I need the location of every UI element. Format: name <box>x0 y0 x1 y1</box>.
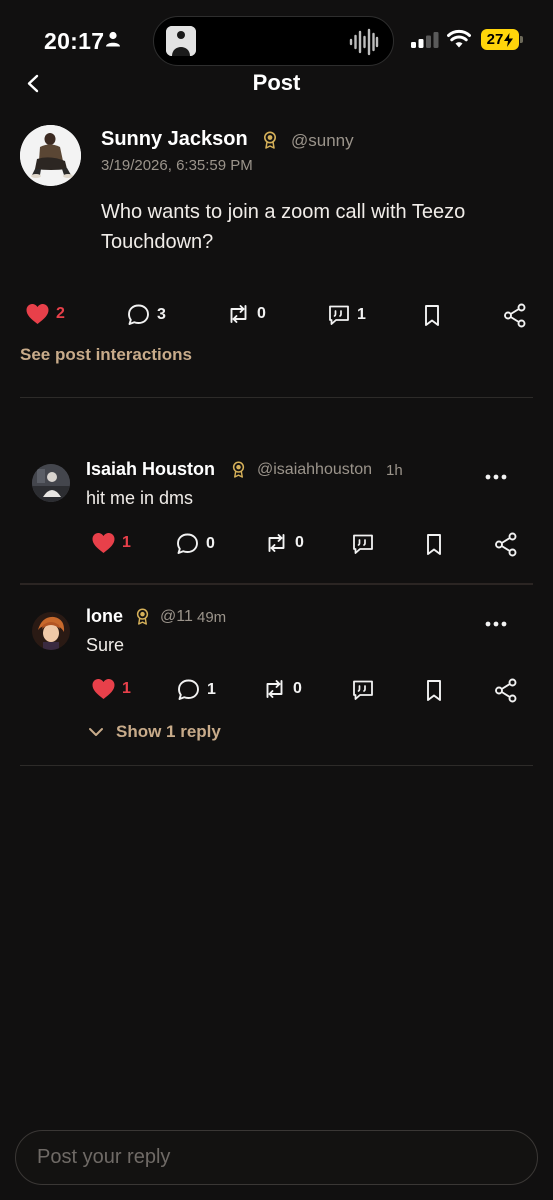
cellular-signal-icon <box>411 32 439 48</box>
bookmark-icon[interactable] <box>422 304 442 327</box>
quote-button[interactable]: 1 <box>327 303 366 327</box>
like-count: 2 <box>56 305 65 322</box>
repost-icon <box>266 680 283 698</box>
share-icon[interactable] <box>503 303 527 328</box>
reply-repost-count: 0 <box>295 534 304 551</box>
now-playing-artwork <box>166 26 196 56</box>
reply-repost-count: 0 <box>293 680 302 697</box>
charging-bolt-icon <box>504 32 514 47</box>
quote-message-icon <box>329 305 349 325</box>
post-divider <box>20 397 533 398</box>
reply-body: Sure <box>86 635 125 655</box>
post-timestamp: 3/19/2026, 6:35:59 PM <box>101 157 253 174</box>
bookmark-icon[interactable] <box>424 679 444 702</box>
reply-author-name[interactable]: lone <box>86 606 123 627</box>
quote-count: 1 <box>357 306 366 323</box>
reply-repost-button[interactable]: 0 <box>262 678 302 700</box>
reply-repost-button[interactable]: 0 <box>264 532 304 554</box>
reply-comment-count: 0 <box>206 535 215 552</box>
share-icon[interactable] <box>494 678 518 703</box>
heart-filled-icon <box>92 679 115 699</box>
comment-count: 3 <box>157 306 166 323</box>
share-icon[interactable] <box>494 532 518 557</box>
repost-icon <box>230 305 247 323</box>
bookmark-icon[interactable] <box>424 533 444 556</box>
status-bar: 20:17 27 <box>0 0 553 80</box>
reply-comment-button[interactable]: 1 <box>176 678 216 702</box>
reply-like-count: 1 <box>122 680 131 697</box>
reply-like-button[interactable]: 1 <box>91 532 131 554</box>
page-title: Post <box>252 70 301 95</box>
chevron-down-icon <box>89 728 103 736</box>
reply-like-button[interactable]: 1 <box>91 678 131 700</box>
reply-author-handle[interactable]: @11 <box>160 608 193 626</box>
person-icon <box>106 31 120 47</box>
reply-body: hit me in dms <box>86 488 194 508</box>
more-options-icon[interactable] <box>484 619 508 629</box>
comment-button[interactable]: 3 <box>126 303 166 327</box>
verified-badge-icon <box>232 461 245 478</box>
quote-message-icon[interactable] <box>351 532 375 556</box>
dynamic-island[interactable] <box>153 16 394 66</box>
author-avatar[interactable] <box>20 125 81 186</box>
show-replies-button[interactable]: Show 1 reply <box>88 722 221 742</box>
reply-divider <box>20 583 533 585</box>
status-time: 20:17 <box>44 28 105 54</box>
reply-input[interactable] <box>15 1130 538 1185</box>
comment-bubble-icon <box>128 304 149 325</box>
reply-avatar[interactable] <box>32 612 70 650</box>
comment-bubble-icon <box>178 679 199 700</box>
heart-filled-icon <box>92 533 115 553</box>
thread-divider <box>20 765 533 766</box>
like-button[interactable]: 2 <box>25 303 65 325</box>
reply-author-name[interactable]: Isaiah Houston <box>86 459 215 480</box>
reply-author-handle[interactable]: @isaiahhouston <box>257 461 372 479</box>
verified-badge-icon <box>136 608 149 625</box>
battery-indicator: 27 <box>481 29 523 50</box>
reply-avatar[interactable] <box>32 464 70 502</box>
comment-bubble-icon <box>177 533 198 554</box>
reply-time-ago: 49m <box>197 609 227 626</box>
wifi-icon <box>447 29 471 48</box>
reply-comment-button[interactable]: 0 <box>175 532 215 556</box>
repost-icon <box>268 534 285 552</box>
reply-time-ago: 1h <box>386 462 403 479</box>
post-body: Who wants to join a zoom call with Teezo… <box>101 201 466 253</box>
see-post-interactions-link[interactable]: See post interactions <box>20 345 192 365</box>
show-replies-label: Show 1 reply <box>116 722 221 741</box>
more-options-icon[interactable] <box>484 472 508 482</box>
verified-badge-icon <box>264 131 276 149</box>
heart-filled-icon <box>26 304 49 324</box>
reply-comment-count: 1 <box>207 681 216 698</box>
repost-button[interactable]: 0 <box>226 303 266 325</box>
quote-message-icon[interactable] <box>351 678 375 702</box>
author-name[interactable]: Sunny Jackson <box>101 128 248 151</box>
author-handle[interactable]: @sunny <box>291 131 354 151</box>
reply-like-count: 1 <box>122 534 131 551</box>
audio-waveform-icon <box>349 28 379 56</box>
battery-percentage: 27 <box>486 31 504 48</box>
repost-count: 0 <box>257 305 266 322</box>
